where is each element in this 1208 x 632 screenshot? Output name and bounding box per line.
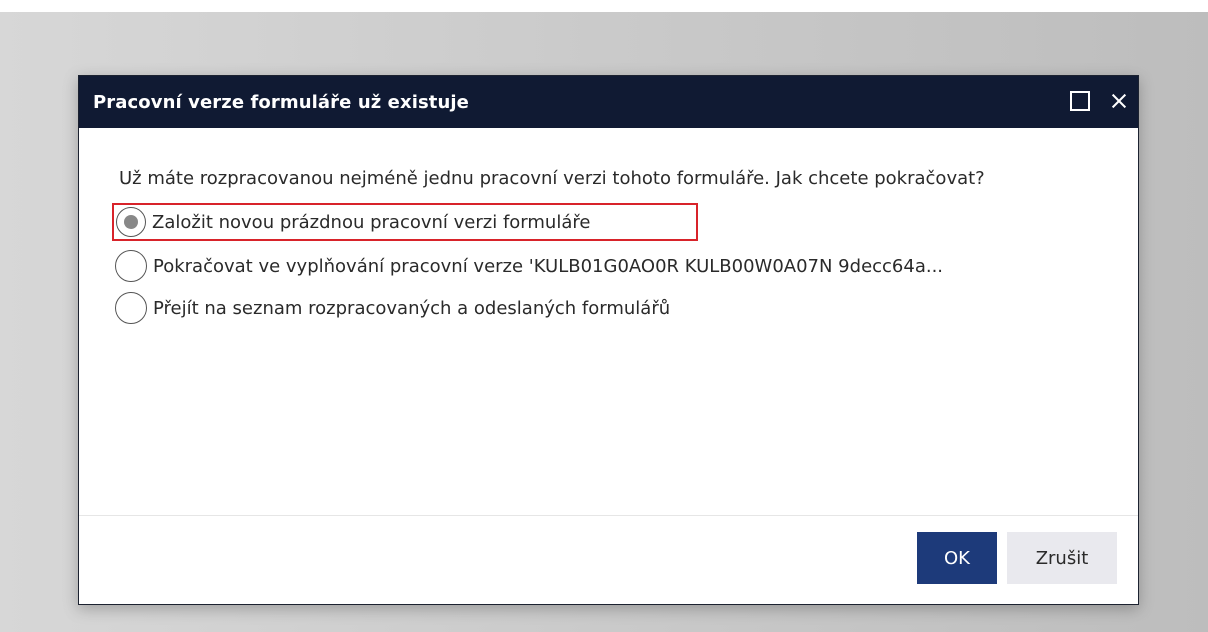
radio-option-form-list[interactable]: Přejít na seznam rozpracovaných a odesla… bbox=[115, 287, 1098, 329]
cancel-button[interactable]: Zrušit bbox=[1007, 532, 1117, 584]
dialog-body: Už máte rozpracovanou nejméně jednu prac… bbox=[79, 128, 1138, 516]
dialog-title: Pracovní verze formuláře už existuje bbox=[93, 91, 469, 113]
option-label: Založit novou prázdnou pracovní verzi fo… bbox=[152, 211, 591, 233]
background-strip bbox=[0, 0, 1208, 12]
close-icon[interactable] bbox=[1112, 94, 1126, 108]
option-label: Pokračovat ve vyplňování pracovní verze … bbox=[153, 255, 944, 277]
ok-button[interactable]: OK bbox=[917, 532, 997, 584]
dialog-question: Už máte rozpracovanou nejméně jednu prac… bbox=[119, 168, 985, 189]
dialog-titlebar: Pracovní verze formuláře už existuje bbox=[79, 76, 1138, 128]
radio-option-continue-draft[interactable]: Pokračovat ve vyplňování pracovní verze … bbox=[115, 245, 1098, 287]
dialog-footer: OK Zrušit bbox=[79, 516, 1138, 604]
radio-button[interactable] bbox=[115, 250, 147, 282]
radio-option-new-draft[interactable]: Založit novou prázdnou pracovní verzi fo… bbox=[112, 203, 698, 241]
radio-group: Založit novou prázdnou pracovní verzi fo… bbox=[112, 203, 1098, 329]
radio-button-selected[interactable] bbox=[116, 207, 146, 237]
radio-button[interactable] bbox=[115, 292, 147, 324]
window-controls bbox=[1070, 91, 1126, 111]
radio-dot bbox=[124, 215, 138, 229]
option-label: Přejít na seznam rozpracovaných a odesla… bbox=[153, 297, 671, 319]
dialog-window: Pracovní verze formuláře už existuje Už … bbox=[78, 75, 1139, 605]
maximize-icon[interactable] bbox=[1070, 91, 1090, 111]
